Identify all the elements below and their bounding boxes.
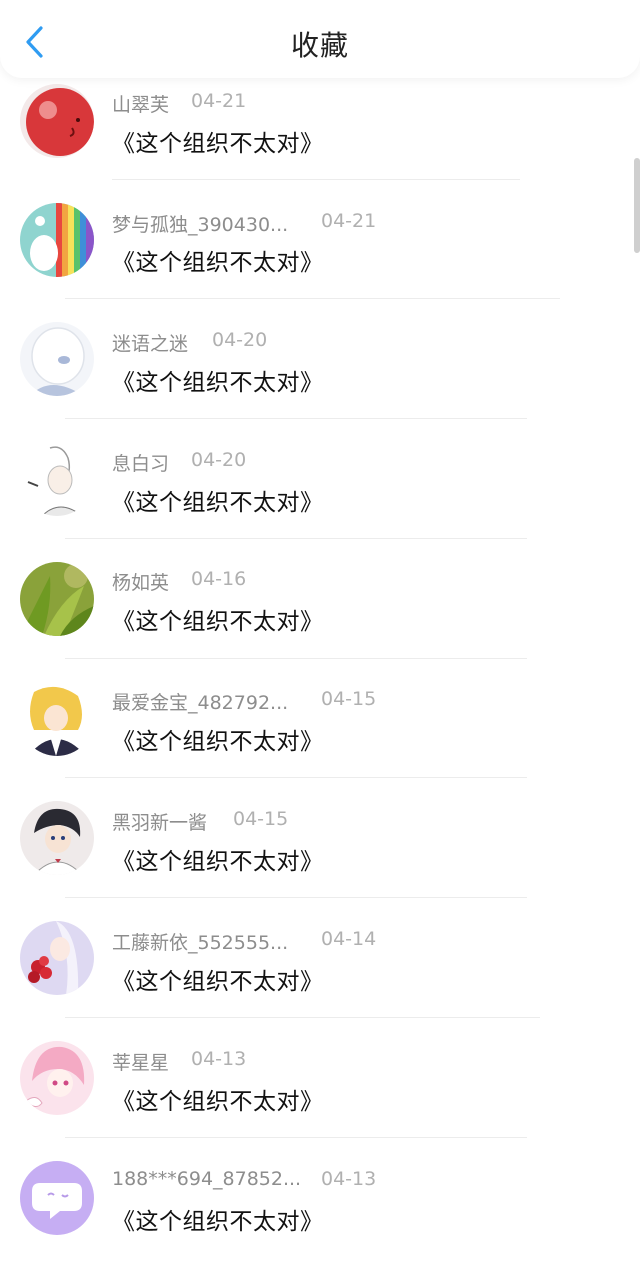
- user-name[interactable]: 山翠芙: [112, 94, 169, 116]
- item-date: 04-15: [233, 808, 289, 830]
- page-title: 收藏: [290, 29, 349, 62]
- item-date: 04-20: [212, 329, 268, 351]
- user-name[interactable]: 杨如英: [112, 572, 169, 594]
- divider: [65, 538, 527, 539]
- pink-girl-avatar-icon: [20, 1041, 94, 1115]
- item-meta: 工藤新依_552555... 04-14: [112, 928, 376, 955]
- item-meta: 最爱金宝_482792... 04-15: [112, 688, 376, 715]
- dark-haired-boy-avatar-icon: [20, 801, 94, 875]
- item-meta: 梦与孤独_390430... 04-21: [112, 210, 376, 237]
- user-name[interactable]: 黑羽新一酱: [112, 812, 207, 834]
- list-item[interactable]: 梦与孤独_390430... 04-21 《这个组织不太对》: [0, 192, 640, 312]
- item-meta: 杨如英 04-16: [112, 568, 246, 595]
- divider: [65, 1017, 540, 1018]
- item-date: 04-21: [191, 90, 247, 112]
- favorite-title[interactable]: 《这个组织不太对》: [112, 1082, 324, 1116]
- list-item[interactable]: 188***694_87852... 04-13 《这个组织不太对》: [0, 1150, 640, 1270]
- avatar[interactable]: [20, 562, 94, 636]
- avatar[interactable]: [20, 322, 94, 396]
- item-meta: 息白习 04-20: [112, 449, 246, 476]
- user-name[interactable]: 梦与孤独_390430...: [112, 214, 288, 236]
- list-item[interactable]: 迷语之迷 04-20 《这个组织不太对》: [0, 311, 640, 431]
- item-date: 04-15: [321, 688, 377, 710]
- divider: [65, 1137, 527, 1138]
- list-item[interactable]: 黑羽新一酱 04-15 《这个组织不太对》: [0, 790, 640, 910]
- favorite-title[interactable]: 《这个组织不太对》: [112, 962, 324, 996]
- item-date: 04-16: [191, 568, 247, 590]
- avatar[interactable]: [20, 921, 94, 995]
- avatar[interactable]: [20, 801, 94, 875]
- item-date: 04-21: [321, 210, 377, 232]
- divider: [65, 777, 527, 778]
- favorite-title[interactable]: 《这个组织不太对》: [112, 1202, 324, 1236]
- favorite-title[interactable]: 《这个组织不太对》: [112, 124, 324, 158]
- white-haired-girl-avatar-icon: [20, 322, 94, 396]
- scrollbar[interactable]: [634, 158, 640, 253]
- rose-girl-avatar-icon: [20, 921, 94, 995]
- list-item[interactable]: 莘星星 04-13 《这个组织不太对》: [0, 1030, 640, 1150]
- red-ball-avatar-icon: [20, 84, 94, 158]
- list-item[interactable]: 杨如英 04-16 《这个组织不太对》: [0, 550, 640, 670]
- avatar[interactable]: [20, 1041, 94, 1115]
- list-item[interactable]: 息白习 04-20 《这个组织不太对》: [0, 431, 640, 551]
- user-name[interactable]: 工藤新依_552555...: [112, 932, 288, 954]
- divider: [65, 418, 527, 419]
- item-meta: 黑羽新一酱 04-15: [112, 808, 288, 835]
- divider: [65, 298, 560, 299]
- favorite-title[interactable]: 《这个组织不太对》: [112, 842, 324, 876]
- list-item[interactable]: 山翠芙 04-21 《这个组织不太对》: [0, 72, 640, 192]
- blonde-anime-avatar-icon: [20, 682, 94, 756]
- favorite-title[interactable]: 《这个组织不太对》: [112, 483, 324, 517]
- divider: [112, 179, 520, 180]
- chat-bubble-avatar-icon: [20, 1161, 94, 1235]
- user-name[interactable]: 最爱金宝_482792...: [112, 692, 288, 714]
- user-name[interactable]: 息白习: [112, 453, 169, 475]
- top-bar: 收藏: [0, 0, 640, 78]
- list-item[interactable]: 工藤新依_552555... 04-14 《这个组织不太对》: [0, 910, 640, 1030]
- avatar[interactable]: [20, 84, 94, 158]
- item-meta: 莘星星 04-13: [112, 1048, 246, 1075]
- item-meta: 山翠芙 04-21: [112, 90, 246, 117]
- favorite-title[interactable]: 《这个组织不太对》: [112, 243, 324, 277]
- avatar[interactable]: [20, 203, 94, 277]
- divider: [65, 897, 527, 898]
- item-date: 04-14: [321, 928, 377, 950]
- user-name[interactable]: 莘星星: [112, 1052, 169, 1074]
- avatar[interactable]: [20, 1161, 94, 1235]
- item-date: 04-20: [191, 449, 247, 471]
- list-item[interactable]: 最爱金宝_482792... 04-15 《这个组织不太对》: [0, 670, 640, 790]
- item-meta: 迷语之迷 04-20: [112, 329, 267, 356]
- user-name[interactable]: 迷语之迷: [112, 333, 188, 355]
- divider: [65, 658, 527, 659]
- avatar[interactable]: [20, 682, 94, 756]
- item-meta: 188***694_87852... 04-13: [112, 1168, 376, 1190]
- favorite-title[interactable]: 《这个组织不太对》: [112, 363, 324, 397]
- green-grass-avatar-icon: [20, 562, 94, 636]
- favorite-title[interactable]: 《这个组织不太对》: [112, 602, 324, 636]
- rainbow-pony-avatar-icon: [20, 203, 94, 277]
- item-date: 04-13: [191, 1048, 247, 1070]
- sketch-girl-avatar-icon: [20, 442, 94, 516]
- user-name[interactable]: 188***694_87852...: [112, 1168, 301, 1190]
- item-date: 04-13: [321, 1168, 377, 1190]
- avatar[interactable]: [20, 442, 94, 516]
- favorite-title[interactable]: 《这个组织不太对》: [112, 722, 324, 756]
